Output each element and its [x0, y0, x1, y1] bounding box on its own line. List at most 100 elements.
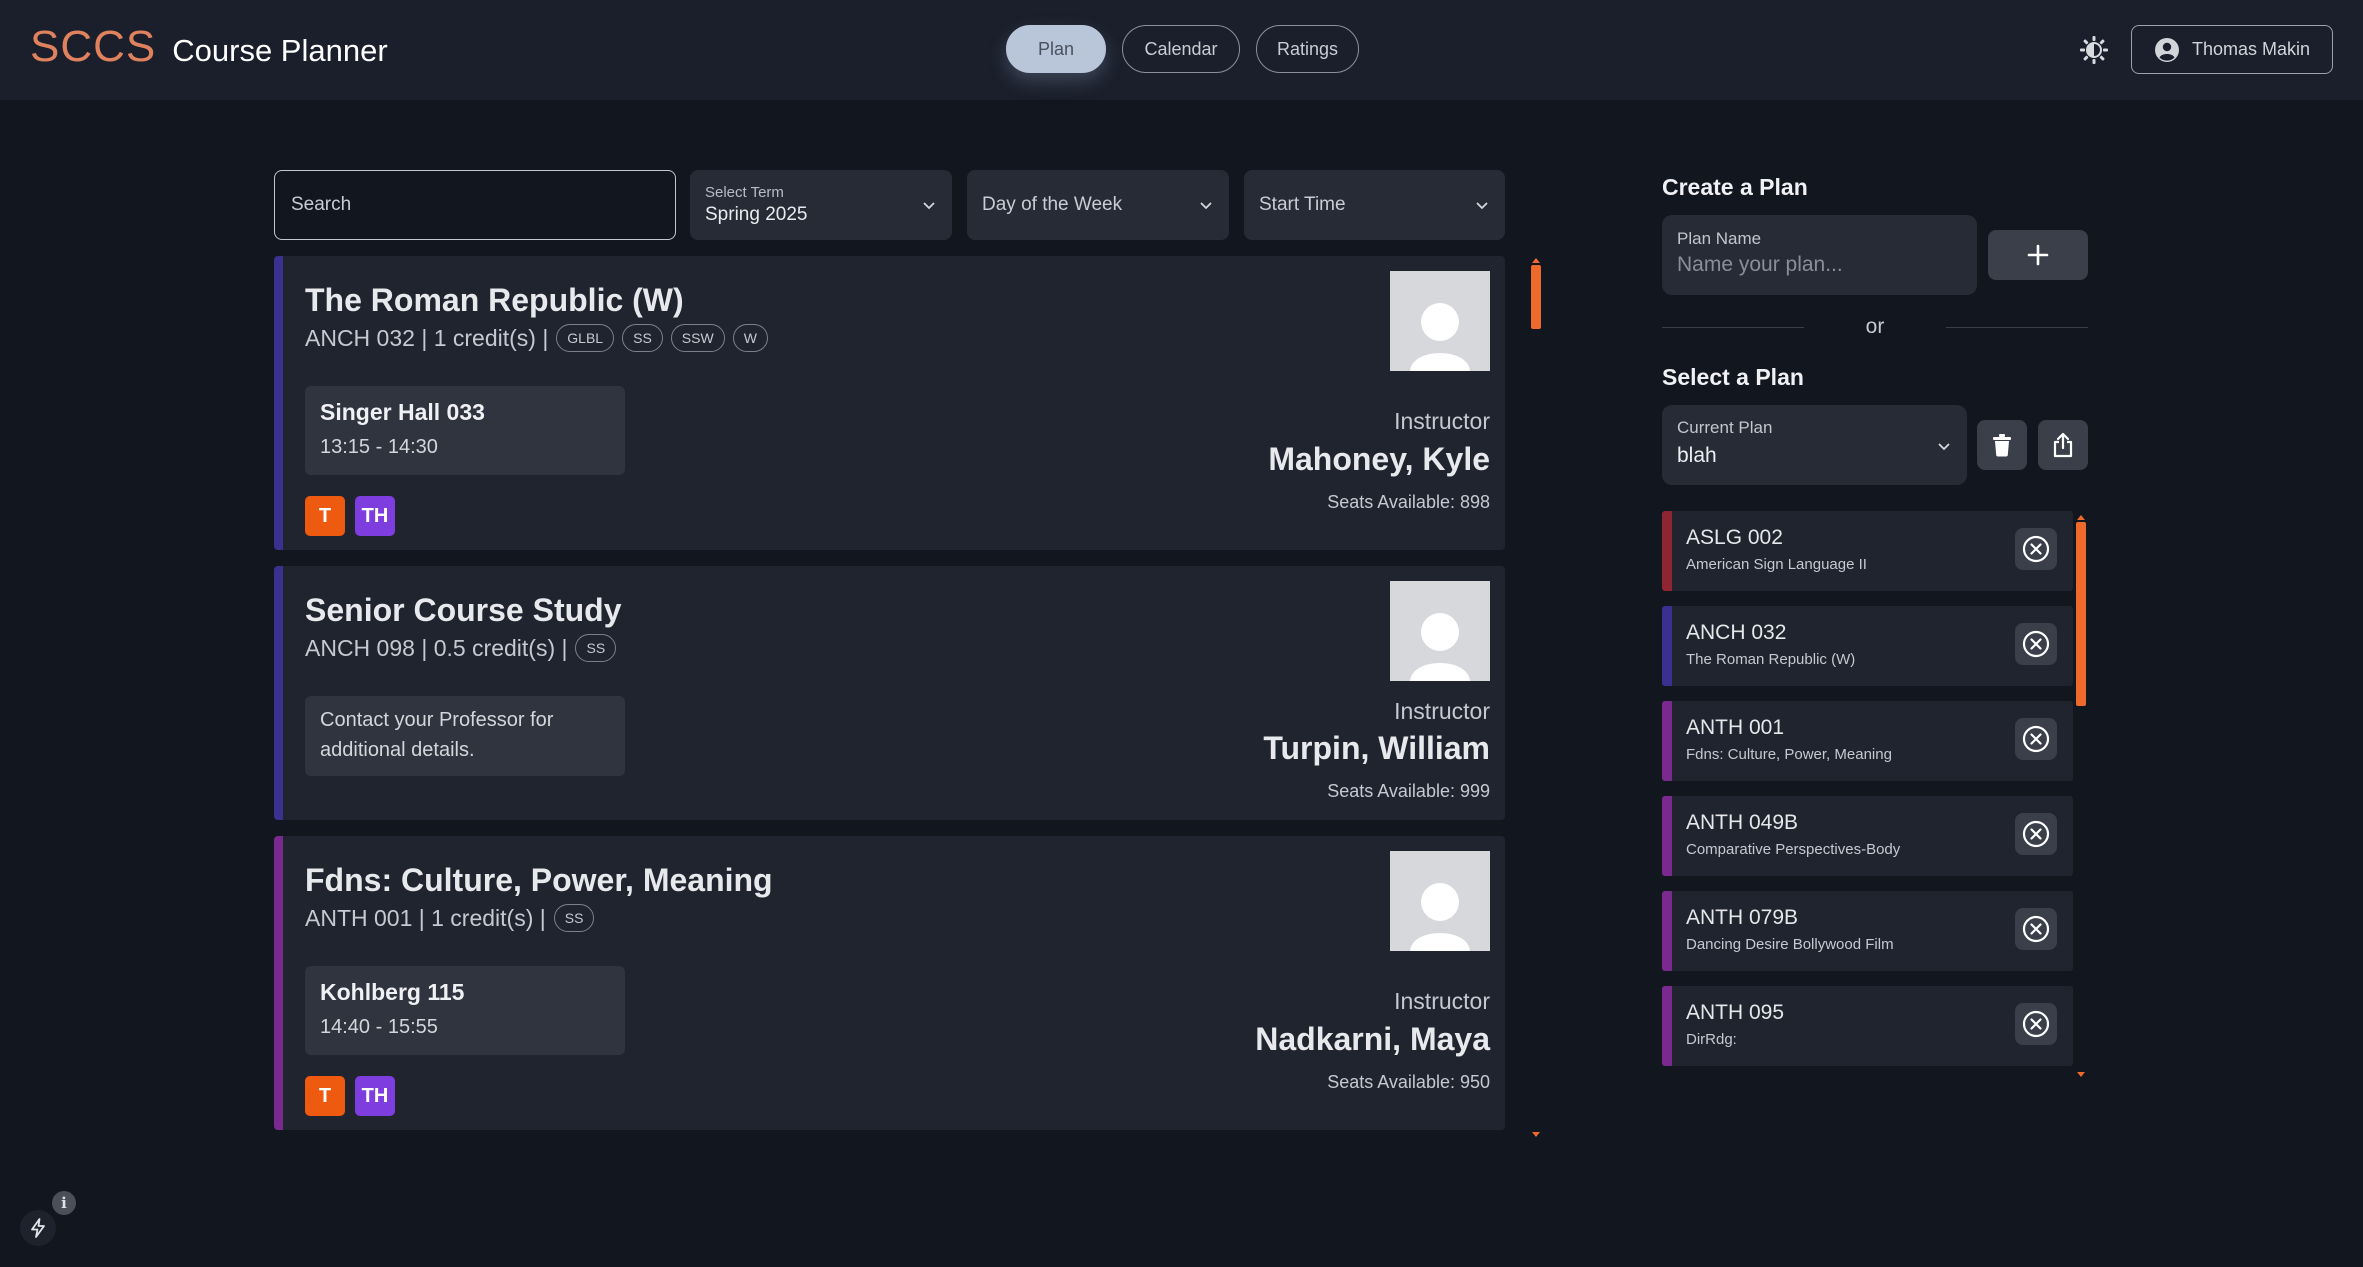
share-plan-button[interactable]	[2038, 420, 2088, 470]
plan-name-label: Plan Name	[1677, 229, 1762, 248]
tab-ratings[interactable]: Ratings	[1256, 25, 1359, 73]
divider	[1662, 327, 1804, 328]
person-placeholder-icon	[1410, 303, 1470, 371]
user-menu-button[interactable]: Thomas Makin	[2131, 25, 2333, 74]
create-plan-heading: Create a Plan	[1662, 174, 1808, 200]
or-separator: or	[1865, 315, 1885, 338]
remove-course-button[interactable]	[2015, 908, 2057, 950]
plan-name-field[interactable]: Plan Name Name your plan...	[1662, 215, 1977, 295]
plan-course-item[interactable]: ASLG 002 American Sign Language II	[1662, 511, 2073, 591]
lightning-icon	[31, 1218, 45, 1238]
room: Kohlberg 115	[320, 979, 465, 1005]
current-plan-select[interactable]: Current Plan blah	[1662, 405, 1967, 485]
info-icon[interactable]: i	[52, 1191, 76, 1215]
plan-course-code: ANTH 049B	[1686, 811, 1799, 834]
plan-course-code: ANTH 095	[1686, 1001, 1785, 1024]
course-color-bar	[1662, 796, 1672, 876]
plan-name-placeholder: Name your plan...	[1677, 253, 1843, 276]
course-title: Fdns: Culture, Power, Meaning	[305, 862, 773, 898]
plan-course-name: The Roman Republic (W)	[1686, 651, 1856, 668]
plus-icon	[2027, 244, 2049, 266]
course-tag: GLBL	[556, 324, 615, 352]
sun-icon[interactable]	[2078, 34, 2110, 66]
add-plan-button[interactable]	[1988, 230, 2088, 280]
search-placeholder: Search	[291, 194, 352, 215]
scroll-up-arrow[interactable]	[2077, 515, 2085, 520]
divider	[1946, 327, 2088, 328]
top-navbar: SCCS Course Planner Plan Calendar Rating…	[0, 0, 2363, 100]
plan-course-name: Fdns: Culture, Power, Meaning	[1686, 746, 1892, 763]
person-placeholder-icon	[1410, 613, 1470, 681]
course-color-bar	[1662, 606, 1672, 686]
course-list-scrollbar[interactable]	[1531, 265, 1541, 329]
course-meta: ANTH 001 | 1 credit(s) | SS	[305, 904, 595, 932]
start-time-select[interactable]: Start Time	[1244, 170, 1505, 240]
remove-course-button[interactable]	[2015, 528, 2057, 570]
tab-plan[interactable]: Plan	[1006, 25, 1106, 73]
meeting-time: 14:40 - 15:55	[320, 1016, 438, 1038]
plan-course-name: Dancing Desire Bollywood Film	[1686, 936, 1894, 953]
plan-course-code: ANCH 032	[1686, 621, 1787, 644]
day-of-week-select[interactable]: Day of the Week	[967, 170, 1229, 240]
course-location: Kohlberg 115 14:40 - 15:55	[305, 966, 625, 1055]
course-color-bar	[274, 256, 283, 550]
course-color-bar	[1662, 511, 1672, 591]
plan-course-code: ANTH 001	[1686, 716, 1785, 739]
chevron-down-icon	[923, 202, 935, 210]
delete-plan-button[interactable]	[1977, 420, 2027, 470]
contact-note: Contact your Professor for additional de…	[320, 709, 554, 761]
scroll-down-arrow[interactable]	[1532, 1132, 1540, 1137]
brand-logo: SCCS	[30, 22, 157, 71]
chevron-down-icon	[1200, 202, 1212, 210]
tab-calendar[interactable]: Calendar	[1122, 25, 1240, 73]
person-placeholder-icon	[1410, 883, 1470, 951]
plan-course-code: ASLG 002	[1686, 526, 1783, 549]
brand[interactable]: SCCS Course Planner	[30, 22, 388, 72]
plan-course-item[interactable]: ANTH 001 Fdns: Culture, Power, Meaning	[1662, 701, 2073, 781]
nav-tabs: Plan Calendar Ratings	[1006, 25, 1359, 73]
scroll-up-arrow[interactable]	[1532, 258, 1540, 263]
day-badge-thursday: TH	[355, 496, 395, 536]
remove-course-button[interactable]	[2015, 1003, 2057, 1045]
select-plan-heading: Select a Plan	[1662, 364, 1804, 390]
course-title: The Roman Republic (W)	[305, 282, 684, 318]
close-circle-icon	[2022, 915, 2050, 943]
term-select[interactable]: Select Term Spring 2025	[690, 170, 952, 240]
course-tag: SS	[575, 634, 617, 662]
search-input[interactable]: Search	[274, 170, 676, 240]
meeting-time: 13:15 - 14:30	[320, 436, 438, 458]
course-title: Senior Course Study	[305, 592, 622, 628]
instructor-name: Nadkarni, Maya	[1255, 1021, 1490, 1057]
remove-course-button[interactable]	[2015, 718, 2057, 760]
close-circle-icon	[2022, 535, 2050, 563]
remove-course-button[interactable]	[2015, 813, 2057, 855]
share-icon	[2053, 432, 2073, 458]
plan-course-name: DirRdg:	[1686, 1031, 1737, 1048]
course-card[interactable]: The Roman Republic (W) ANCH 032 | 1 cred…	[274, 256, 1505, 550]
room: Singer Hall 033	[320, 399, 485, 425]
course-color-bar	[274, 566, 283, 820]
start-time-placeholder: Start Time	[1259, 194, 1346, 215]
close-circle-icon	[2022, 725, 2050, 753]
instructor-name: Mahoney, Kyle	[1268, 441, 1490, 477]
plan-course-item[interactable]: ANTH 079B Dancing Desire Bollywood Film	[1662, 891, 2073, 971]
quick-action-button[interactable]	[20, 1210, 56, 1246]
plan-course-item[interactable]: ANTH 049B Comparative Perspectives-Body	[1662, 796, 2073, 876]
instructor-label: Instructor	[1394, 698, 1490, 724]
chevron-down-icon	[1938, 443, 1950, 451]
scroll-down-arrow[interactable]	[2077, 1072, 2085, 1077]
plan-list-scrollbar[interactable]	[2076, 522, 2086, 706]
day-badge-tuesday: T	[305, 496, 345, 536]
plan-course-item[interactable]: ANCH 032 The Roman Republic (W)	[1662, 606, 2073, 686]
course-card[interactable]: Senior Course Study ANCH 098 | 0.5 credi…	[274, 566, 1505, 820]
plan-course-name: American Sign Language II	[1686, 556, 1867, 573]
current-plan-label: Current Plan	[1677, 418, 1773, 437]
plan-course-item[interactable]: ANTH 095 DirRdg:	[1662, 986, 2073, 1066]
course-card[interactable]: Fdns: Culture, Power, Meaning ANTH 001 |…	[274, 836, 1505, 1130]
course-location: Contact your Professor for additional de…	[305, 696, 625, 776]
instructor-name: Turpin, William	[1263, 730, 1490, 766]
course-meta: ANCH 098 | 0.5 credit(s) | SS	[305, 634, 617, 662]
course-code-credits: ANCH 032 | 1 credit(s) |	[305, 324, 549, 351]
course-tag: W	[732, 324, 768, 352]
remove-course-button[interactable]	[2015, 623, 2057, 665]
